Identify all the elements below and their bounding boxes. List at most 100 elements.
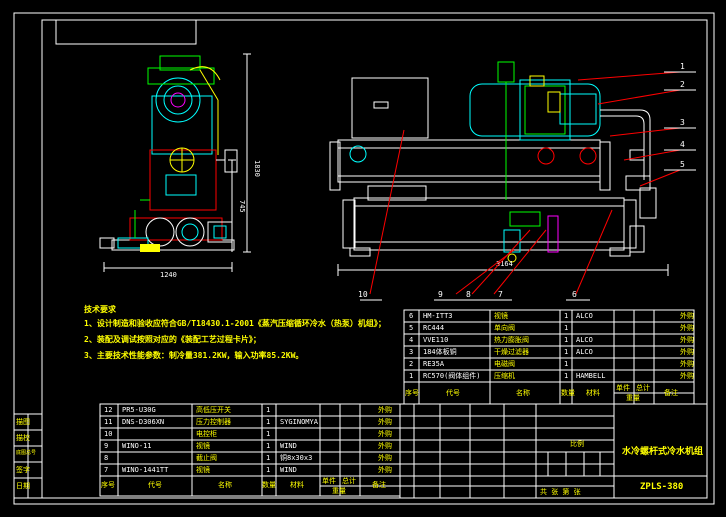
inner-frame	[41, 19, 708, 499]
dim-height-1830: 1830	[253, 160, 261, 177]
cell-name: 视镜	[494, 312, 508, 320]
cell-qty: 1	[266, 442, 271, 450]
header-qty: 数量	[262, 481, 276, 489]
cell-code: RC444	[423, 324, 445, 332]
cell-note: 外购	[680, 336, 694, 344]
cell-code: VVE110	[423, 336, 449, 344]
notes-title: 技术要求	[84, 305, 116, 314]
stamp-label: 底图总号	[16, 450, 37, 456]
callout-9: 9	[438, 290, 443, 299]
cell-name: 电磁阀	[494, 360, 515, 368]
cell-no: 10	[104, 430, 113, 438]
notes-line-1: 1、设计制造和验收应符合GB/T18430.1-2001《蒸汽压缩循环冷水（热泵…	[84, 319, 386, 328]
header-remark: 备注	[372, 481, 386, 489]
cell-material: ALCO	[576, 336, 593, 344]
header-material: 材料	[586, 389, 600, 397]
cell-name: 视镜	[196, 442, 210, 450]
cell-code: PR5-U30G	[122, 406, 156, 414]
cell-no: 7	[104, 466, 109, 474]
header-name: 名称	[218, 481, 232, 489]
cell-note: 外购	[680, 324, 694, 332]
header-no: 序号	[405, 389, 419, 397]
sheet-label: 共 张 第 张	[540, 488, 581, 496]
cell-material: HAMBELL	[576, 372, 606, 380]
cell-name: 压力控制器	[196, 418, 231, 426]
product-name: 水冷螺杆式冷水机组	[622, 447, 704, 457]
cell-material: SYGINOMYA	[280, 418, 318, 426]
cell-name: 截止阀	[196, 454, 217, 462]
header-code: 代号	[446, 389, 460, 397]
cell-qty: 1	[564, 312, 569, 320]
cell-name: 干燥过滤器	[494, 348, 529, 356]
dim-width-1240: 1240	[160, 271, 177, 279]
header-qty: 数量	[561, 389, 575, 397]
cad-drawing-canvas[interactable]: 1240 1830 7 4 5 3164	[0, 0, 726, 517]
callout-3: 3	[680, 118, 685, 127]
header-no: 序号	[101, 481, 115, 489]
cell-note: 外购	[680, 348, 694, 356]
cell-note: 外购	[378, 406, 392, 414]
header-weight: 重量	[332, 487, 346, 495]
scale-label: 比例	[570, 440, 584, 448]
cell-qty: 1	[564, 348, 569, 356]
callout-7: 7	[498, 290, 503, 299]
header-single: 单件	[616, 384, 630, 392]
cell-no: 5	[409, 324, 414, 332]
callout-1: 1	[680, 62, 685, 71]
cell-note: 外购	[378, 466, 392, 474]
callout-8: 8	[466, 290, 471, 299]
cell-name: 单向阀	[494, 324, 515, 332]
outer-frame	[13, 12, 715, 505]
cell-name: 热力膨胀阀	[494, 336, 529, 344]
header-material: 材料	[290, 481, 304, 489]
cell-code: 184体板铜	[423, 348, 457, 356]
cell-note: 外购	[680, 360, 694, 368]
cell-qty: 1	[266, 406, 271, 414]
header-name: 名称	[516, 389, 530, 397]
cell-note: 外购	[680, 372, 694, 380]
cell-qty: 1	[564, 372, 569, 380]
callout-4: 4	[680, 140, 685, 149]
side-view	[99, 53, 251, 272]
cell-name: 视镜	[196, 466, 210, 474]
cell-qty: 1	[564, 336, 569, 344]
cell-qty: 1	[266, 454, 271, 462]
callout-6: 6	[572, 290, 577, 299]
stamp-label: 描图	[16, 418, 30, 426]
cell-qty: 1	[266, 466, 271, 474]
cell-code: RE35A	[423, 360, 445, 368]
notes-line-2: 2、装配及调试按照对应的《装配工艺过程卡片》；	[84, 335, 261, 344]
cell-material: 铜8x30x3	[280, 454, 313, 462]
cell-material: ALCO	[576, 312, 593, 320]
cell-qty: 1	[266, 430, 271, 438]
stamp-label: 描校	[16, 434, 30, 442]
callout-5: 5	[680, 160, 685, 169]
top-left-code-box	[55, 19, 197, 45]
cell-no: 8	[104, 454, 109, 462]
cell-no: 4	[409, 336, 414, 344]
cell-name: 电控柜	[196, 430, 217, 438]
cell-no: 6	[409, 312, 414, 320]
callout-10: 10	[358, 290, 368, 299]
cell-qty: 1	[564, 324, 569, 332]
cell-qty: 1	[266, 418, 271, 426]
stamp-label: 签字	[16, 466, 30, 474]
cell-no: 2	[409, 360, 414, 368]
cell-material: ALCO	[576, 348, 593, 356]
header-single: 单件	[322, 477, 336, 485]
cell-note: 外购	[378, 430, 392, 438]
cell-no: 3	[409, 348, 414, 356]
cell-code: DNS-D306XN	[122, 418, 165, 426]
cell-note: 外购	[680, 312, 694, 320]
cell-qty: 1	[564, 360, 569, 368]
header-weight: 重量	[626, 394, 640, 402]
cell-material: WIND	[280, 466, 297, 474]
cell-note: 外购	[378, 454, 392, 462]
cell-name: 高低压开关	[196, 406, 231, 414]
cell-no: 9	[104, 442, 109, 450]
drawing-number: ZPLS-380	[640, 482, 684, 492]
cell-code: RC570(阀体组件)	[423, 372, 481, 380]
cell-no: 11	[104, 418, 113, 426]
cell-material: WIND	[280, 442, 297, 450]
callout-2: 2	[680, 80, 685, 89]
